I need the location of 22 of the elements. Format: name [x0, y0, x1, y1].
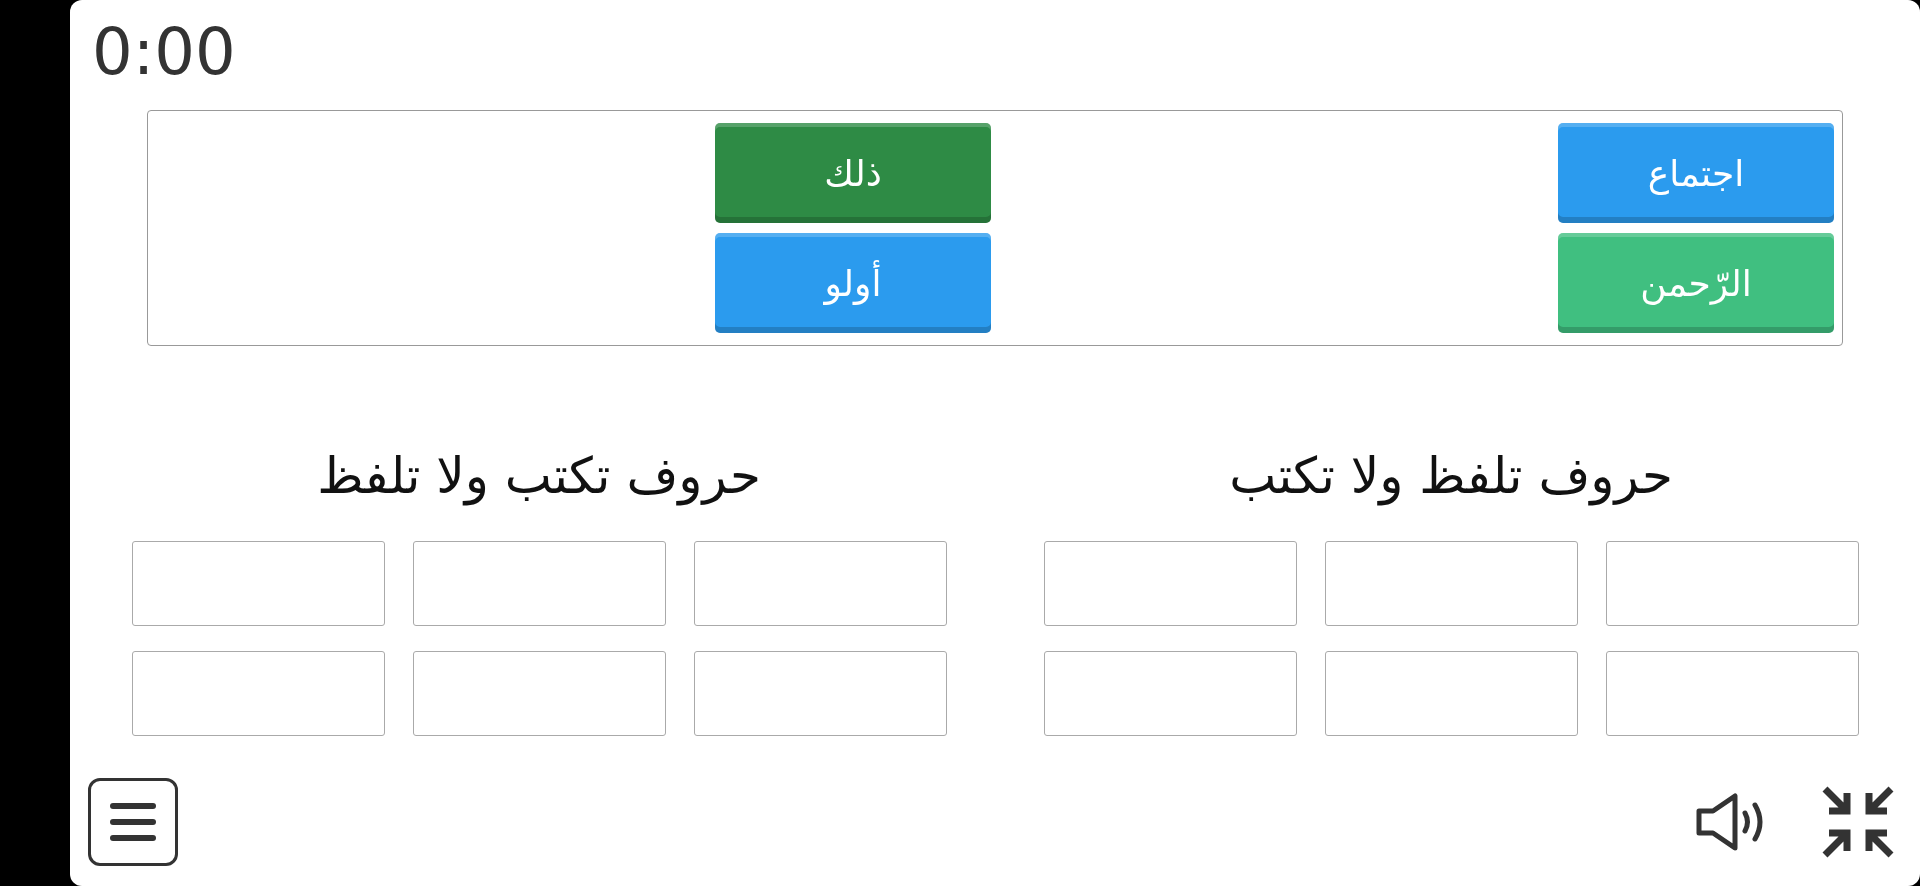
drop-slot[interactable] [1324, 541, 1578, 626]
drop-slot[interactable] [1043, 651, 1297, 736]
drop-slot[interactable] [1043, 541, 1297, 626]
exit-fullscreen-icon[interactable] [1821, 785, 1895, 859]
group-title: حروف تكتب ولا تلفظ [317, 446, 761, 508]
drop-slot[interactable] [693, 651, 947, 736]
word-tile[interactable]: اجتماع [1558, 123, 1834, 223]
group-title: حروف تلفظ ولا تكتب [1229, 446, 1673, 508]
drop-slot[interactable] [131, 541, 385, 626]
word-tile[interactable]: ذلك [715, 123, 991, 223]
drop-slot[interactable] [412, 651, 666, 736]
drop-slot[interactable] [412, 541, 666, 626]
word-tile[interactable]: الرّحمن [1558, 233, 1834, 333]
drop-slot[interactable] [1324, 651, 1578, 736]
drop-slot[interactable] [693, 541, 947, 626]
word-tile[interactable]: أولو [715, 233, 991, 333]
drop-slot[interactable] [131, 651, 385, 736]
menu-button[interactable] [88, 778, 178, 866]
drop-slot[interactable] [1605, 541, 1859, 626]
menu-icon [107, 800, 159, 844]
timer: 0:00 [92, 14, 236, 90]
drop-slot[interactable] [1605, 651, 1859, 736]
